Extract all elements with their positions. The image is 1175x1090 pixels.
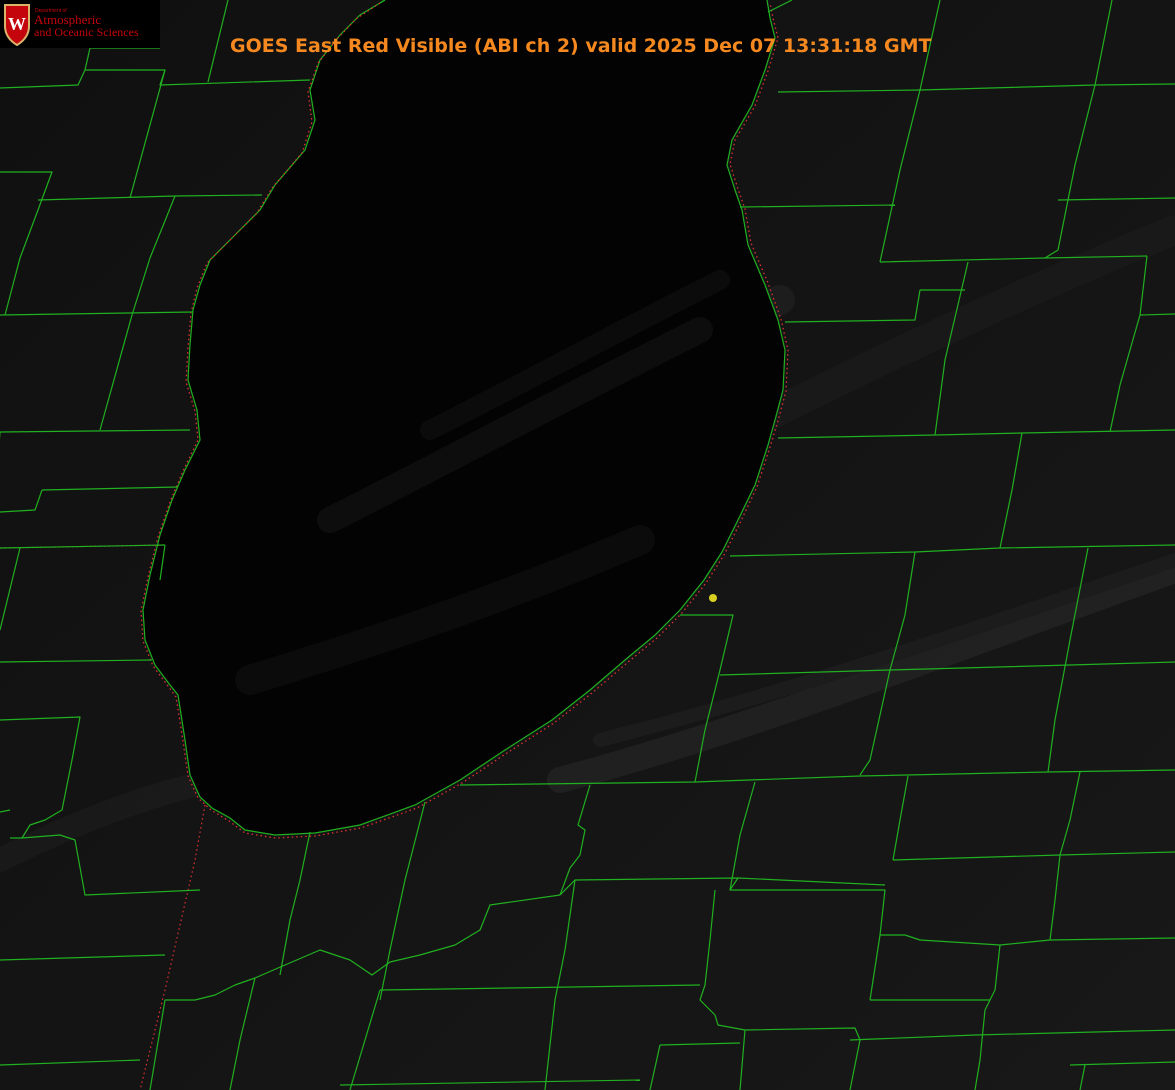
- uw-aos-logo: W Department of Atmospheric and Oceanic …: [0, 0, 160, 48]
- map-canvas: [0, 0, 1175, 1090]
- uw-crest-icon: W: [4, 4, 30, 46]
- logo-line-2: and Oceanic Sciences: [34, 25, 139, 39]
- image-title: GOES East Red Visible (ABI ch 2) valid 2…: [230, 35, 932, 57]
- satellite-map-viewer: W Department of Atmospheric and Oceanic …: [0, 0, 1175, 1090]
- crest-letter: W: [8, 14, 26, 34]
- station-marker: [709, 594, 717, 602]
